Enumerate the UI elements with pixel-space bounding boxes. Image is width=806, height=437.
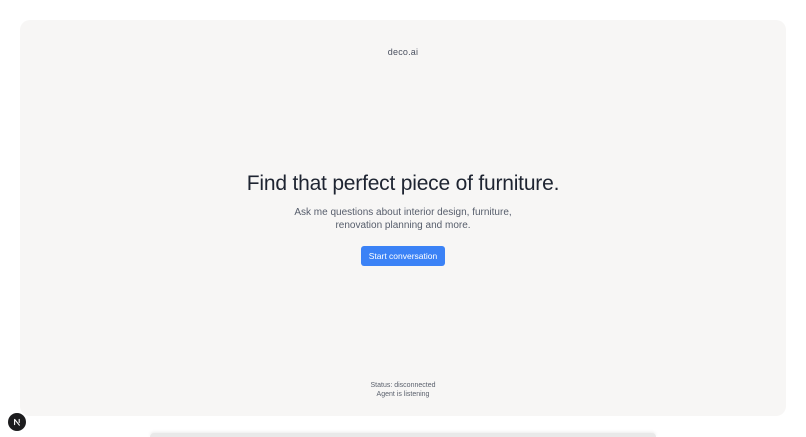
hero-section: Find that perfect piece of furniture. As… <box>20 171 786 266</box>
start-conversation-button[interactable]: Start conversation <box>360 246 446 266</box>
nextjs-icon <box>14 418 20 426</box>
connection-status: Status: disconnected <box>370 382 436 389</box>
agent-status: Agent is listening <box>376 391 430 398</box>
status-area: Status: disconnected Agent is listening <box>20 381 786 399</box>
page-title: Find that perfect piece of furniture. <box>246 172 560 195</box>
main-card: deco.ai Find that perfect piece of furni… <box>20 20 786 416</box>
bottom-panel-edge <box>150 433 656 437</box>
hero-subtitle: Ask me questions about interior design, … <box>294 207 512 231</box>
nextjs-dev-badge[interactable] <box>8 413 26 431</box>
brand-name: deco.ai <box>387 47 419 57</box>
